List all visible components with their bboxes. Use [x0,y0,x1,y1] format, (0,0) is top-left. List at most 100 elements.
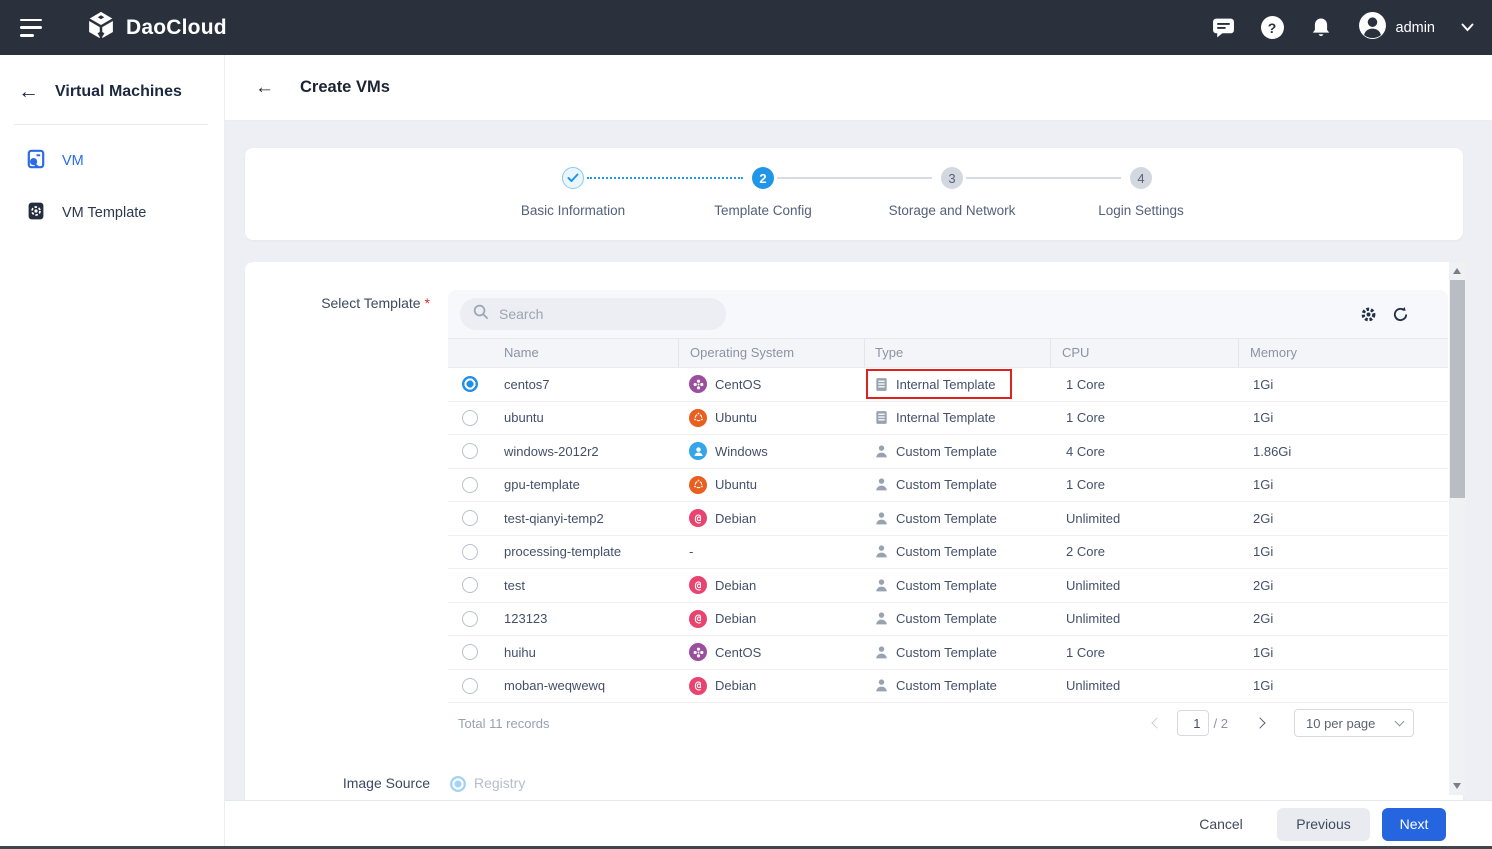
row-radio-button[interactable] [462,410,478,426]
registry-radio-button[interactable] [450,776,466,792]
step-4-circle: 4 [1130,167,1152,189]
column-header-os: Operating System [678,339,864,367]
sidebar-item-vm-template-label: VM Template [62,205,146,221]
row-radio-button[interactable] [462,577,478,593]
column-settings-gear-icon[interactable] [1360,306,1377,328]
total-records: Total 11 records [458,716,550,731]
row-radio-button[interactable] [462,611,478,627]
debian-os-icon: @ [689,677,707,695]
search-input[interactable] [497,305,697,323]
memory-cell: 1Gi [1238,402,1448,435]
vertical-scrollbar[interactable] [1449,262,1466,795]
step-1-label: Basic Information [483,203,663,218]
sidebar-back-arrow-icon[interactable]: ← [18,81,39,102]
cpu-cell: Unlimited [1050,502,1238,535]
table-row[interactable]: test-qianyi-temp2 @Debian Custom Templat… [448,502,1448,536]
sidebar: ← Virtual Machines VM [0,55,225,849]
template-type: Custom Template [896,611,997,626]
table-row[interactable]: centos7 CentOS Internal Template 1 Core … [448,368,1448,402]
prev-page-chevron-icon[interactable] [1151,717,1162,728]
next-button[interactable]: Next [1382,808,1446,841]
table-header-row: Name Operating System Type CPU Memory [448,338,1448,368]
cpu-cell: Unlimited [1050,603,1238,636]
os-cell: CentOS [678,636,864,669]
template-name: processing-template [504,544,621,559]
row-radio-button[interactable] [462,477,478,493]
cpu-cell: Unlimited [1050,670,1238,703]
chat-icon[interactable] [1212,17,1235,38]
select-template-label: Select Template* [305,295,430,311]
row-radio-button[interactable] [462,510,478,526]
table-row[interactable]: windows-2012r2 Windows Custom Template 4… [448,435,1448,469]
column-header-memory: Memory [1238,339,1448,367]
help-icon[interactable]: ? [1261,16,1284,39]
page-number-input[interactable] [1177,710,1209,736]
table-row[interactable]: gpu-template Ubuntu Custom Template 1 Co… [448,469,1448,503]
os-cell: Ubuntu [678,469,864,502]
template-config-card: Select Template* [245,262,1463,805]
row-radio-button[interactable] [462,376,478,392]
refresh-icon[interactable] [1392,306,1409,328]
template-name: windows-2012r2 [504,444,599,459]
next-page-chevron-icon[interactable] [1254,717,1265,728]
cpu-cell: 1 Core [1050,636,1238,669]
table-row[interactable]: 123123 @Debian Custom Template Unlimited… [448,603,1448,637]
user-menu[interactable]: admin [1358,11,1436,45]
scroll-down-arrow[interactable] [1453,783,1461,789]
vm-icon [26,149,46,174]
hamburger-menu-icon[interactable] [20,19,44,37]
memory-cell: 1Gi [1238,670,1448,703]
app-window: DaoCloud ? [0,0,1492,849]
debian-os-icon: @ [689,610,707,628]
row-radio-button[interactable] [462,544,478,560]
table-row[interactable]: ubuntu Ubuntu Internal Template 1 Core 1… [448,402,1448,436]
required-marker: * [425,295,430,311]
table-row[interactable]: moban-weqwewq @Debian Custom Template Un… [448,670,1448,704]
template-name: test [504,578,525,593]
row-radio-button[interactable] [462,644,478,660]
page-size-select[interactable]: 10 per page [1294,709,1414,737]
os-name: Debian [715,511,756,526]
template-type: Custom Template [896,544,997,559]
notifications-bell-icon[interactable] [1310,17,1332,39]
template-type: Internal Template [896,410,996,425]
username: admin [1396,20,1436,36]
row-radio-button[interactable] [462,443,478,459]
row-radio-button[interactable] [462,678,478,694]
table-toolbar [448,290,1448,338]
template-table-body: centos7 CentOS Internal Template 1 Core … [448,368,1448,703]
search-box[interactable] [460,298,726,330]
custom-template-icon [874,444,889,459]
scrollbar-thumb[interactable] [1450,280,1465,498]
template-name: moban-weqwewq [504,678,605,693]
cancel-button[interactable]: Cancel [1193,808,1249,841]
previous-button[interactable]: Previous [1277,808,1370,841]
memory-cell: 1Gi [1238,636,1448,669]
table-row[interactable]: processing-template - Custom Template 2 … [448,536,1448,570]
type-cell: Custom Template [864,536,1050,569]
step-2-label: Template Config [673,203,853,218]
type-cell: Internal Template [864,402,1050,435]
scroll-up-arrow[interactable] [1453,268,1461,274]
sidebar-item-vm-template[interactable]: VM Template [0,197,224,229]
page-back-arrow-icon[interactable]: ← [255,77,274,99]
daocloud-cube-icon [86,10,116,45]
stepper-connector [966,177,1121,179]
memory-cell: 2Gi [1238,603,1448,636]
table-row[interactable]: test @Debian Custom Template Unlimited 2… [448,569,1448,603]
centos-os-icon [689,643,707,661]
custom-template-icon [874,645,889,660]
memory-cell: 1Gi [1238,536,1448,569]
debian-os-icon: @ [689,509,707,527]
sidebar-item-vm[interactable]: VM [0,145,224,177]
sidebar-item-vm-label: VM [62,153,84,169]
chevron-down-icon[interactable] [1461,23,1474,32]
table-footer: Total 11 records / 2 10 per page [448,703,1448,743]
table-row[interactable]: huihu CentOS Custom Template 1 Core 1Gi [448,636,1448,670]
cpu-cell: Unlimited [1050,569,1238,602]
cpu-cell: 4 Core [1050,435,1238,468]
brand-logo[interactable]: DaoCloud [86,10,227,45]
highlight-box [866,369,1012,399]
type-cell: Custom Template [864,435,1050,468]
type-cell: Custom Template [864,469,1050,502]
